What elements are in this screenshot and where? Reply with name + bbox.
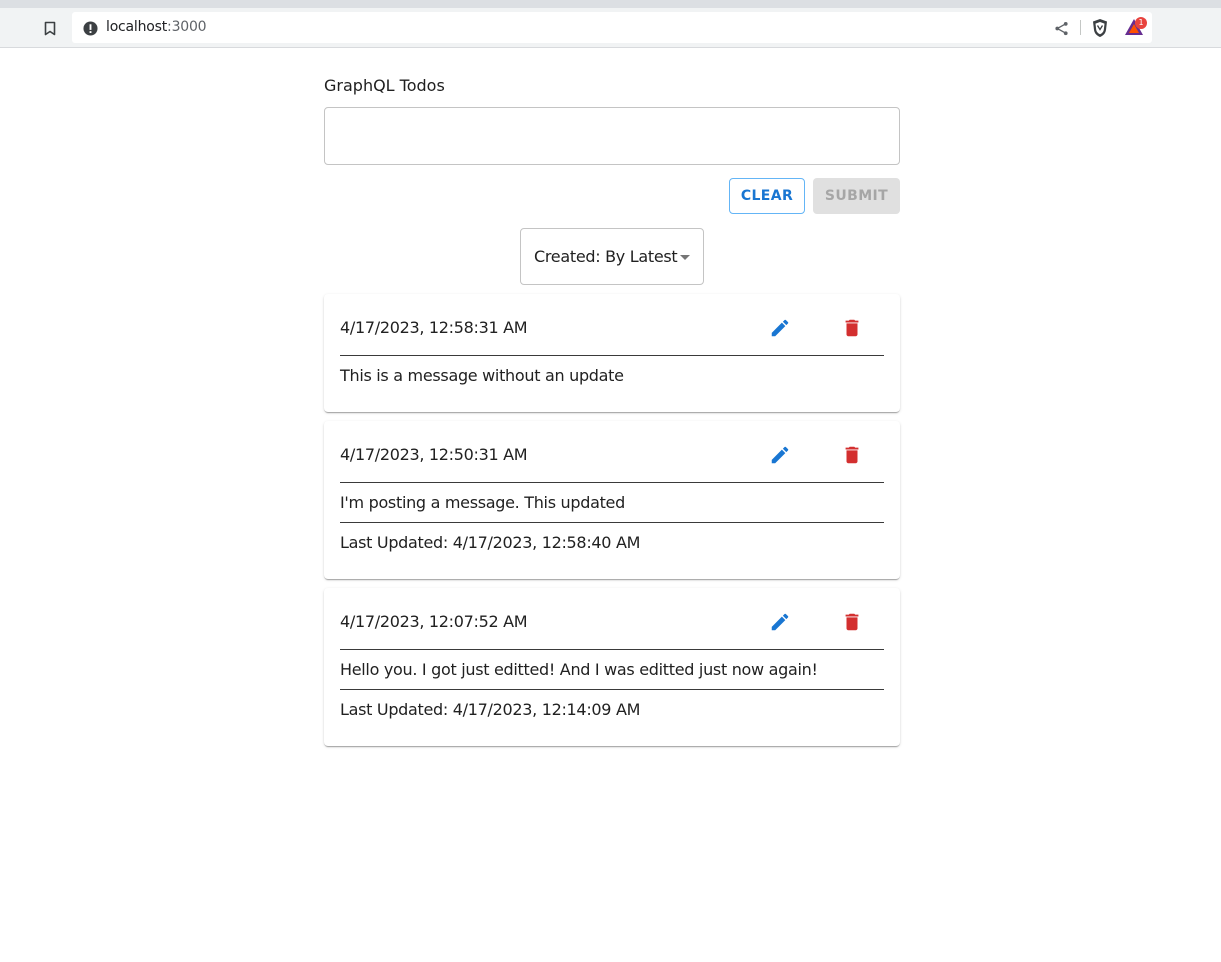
url-divider [1080, 20, 1081, 35]
url-host: localhost [106, 19, 168, 35]
url-port: :3000 [167, 19, 207, 35]
rewards-badge: 1 [1135, 17, 1147, 29]
brave-rewards-icon[interactable]: 1 [1124, 17, 1147, 38]
brave-shields-icon[interactable] [1090, 18, 1110, 38]
page-title: GraphQL Todos [324, 76, 445, 95]
edit-icon[interactable] [768, 610, 792, 634]
site-info-icon[interactable] [82, 20, 98, 36]
todo-created-date: 4/17/2023, 12:50:31 AM [340, 445, 528, 464]
edit-icon[interactable] [768, 316, 792, 340]
todo-message: I'm posting a message. This updated [340, 493, 625, 512]
todo-card: 4/17/2023, 12:58:31 AM This is a message… [324, 294, 900, 412]
sort-select[interactable]: Created: By Latest [520, 228, 704, 285]
todo-card: 4/17/2023, 12:07:52 AM Hello you. I got … [324, 588, 900, 746]
todo-message: This is a message without an update [340, 366, 624, 385]
card-divider [340, 522, 884, 523]
todo-created-date: 4/17/2023, 12:07:52 AM [340, 612, 528, 631]
todo-last-updated: Last Updated: 4/17/2023, 12:58:40 AM [340, 533, 641, 552]
delete-icon[interactable] [840, 443, 864, 467]
delete-icon[interactable] [840, 610, 864, 634]
todo-card: 4/17/2023, 12:50:31 AM I'm posting a mes… [324, 421, 900, 579]
bookmark-icon[interactable] [40, 18, 60, 38]
browser-toolbar: localhost:3000 1 [0, 8, 1221, 48]
submit-button[interactable]: SUBMIT [813, 178, 900, 214]
card-divider [340, 482, 884, 483]
todo-created-date: 4/17/2023, 12:58:31 AM [340, 318, 528, 337]
todo-last-updated: Last Updated: 4/17/2023, 12:14:09 AM [340, 700, 641, 719]
card-divider [340, 649, 884, 650]
share-icon[interactable] [1052, 19, 1070, 37]
clear-button[interactable]: CLEAR [729, 178, 805, 214]
browser-tab-strip [0, 0, 1221, 8]
caret-down-icon [680, 255, 690, 260]
card-divider [340, 689, 884, 690]
sort-select-value: Created: By Latest [534, 247, 678, 266]
edit-icon[interactable] [768, 443, 792, 467]
todo-input[interactable] [324, 107, 900, 165]
card-divider [340, 355, 884, 356]
delete-icon[interactable] [840, 316, 864, 340]
address-bar[interactable]: localhost:3000 1 [72, 12, 1152, 43]
todo-message: Hello you. I got just editted! And I was… [340, 660, 818, 679]
url-text[interactable]: localhost:3000 [106, 19, 207, 35]
